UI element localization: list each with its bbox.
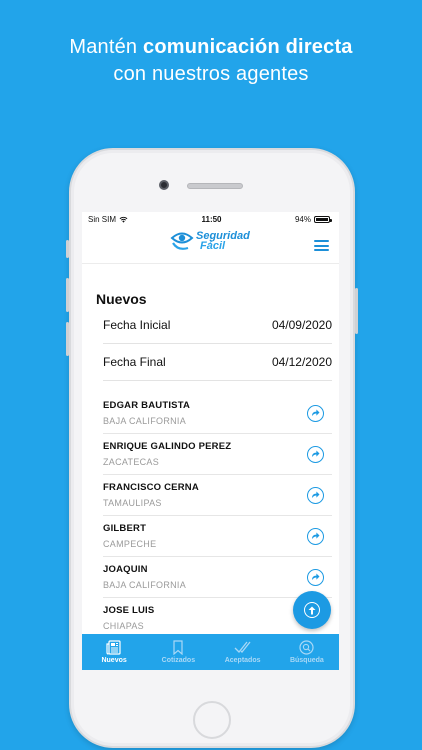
earpiece-speaker <box>187 183 243 189</box>
front-camera <box>159 180 169 190</box>
share-icon[interactable] <box>307 527 324 545</box>
share-icon[interactable] <box>307 486 324 504</box>
newspaper-icon <box>106 640 121 655</box>
double-check-icon <box>234 641 251 653</box>
item-state: ZACATECAS <box>103 457 160 467</box>
item-state: BAJA CALIFORNIA <box>103 580 187 590</box>
list-item-text: JOAQUIN BAJA CALIFORNIA <box>103 564 186 590</box>
share-icon[interactable] <box>307 404 324 422</box>
main-content: Nuevos Fecha Inicial 04/09/2020 Fecha Fi… <box>82 291 339 639</box>
promo-line-1-text: Mantén <box>69 36 144 58</box>
fecha-inicial-label: Fecha Inicial <box>103 318 171 332</box>
fecha-final-row[interactable]: Fecha Final 04/12/2020 <box>103 344 332 381</box>
mute-switch <box>66 240 69 258</box>
tab-busqueda-label: Búsqueda <box>289 657 324 664</box>
bookmark-icon <box>173 640 183 655</box>
list-item[interactable]: GILBERT CAMPECHE <box>103 516 332 557</box>
tab-cotizados-label: Cotizados <box>161 657 196 664</box>
item-state: TAMAULIPAS <box>103 498 162 508</box>
item-name: JOSE LUIS <box>103 605 155 616</box>
item-name: JOAQUIN <box>103 564 148 575</box>
list-item-text: JOSE LUIS CHIAPAS <box>103 605 154 631</box>
list-item-text: EDGAR BAUTISTA BAJA CALIFORNIA <box>103 400 190 426</box>
clock: 11:50 <box>201 214 222 224</box>
seguridad-facil-logo: Seguridad Fácil <box>170 230 250 252</box>
fecha-final-value[interactable]: 04/12/2020 <box>272 355 332 369</box>
fecha-final-label: Fecha Final <box>103 355 166 369</box>
battery-icon <box>314 215 332 223</box>
app-screen: Sin SIM 11:50 94% Seguridad Fácil Nuevos… <box>82 212 339 670</box>
tab-aceptados-label: Aceptados <box>224 657 261 664</box>
item-name: FRANCISCO CERNA <box>103 482 199 493</box>
search-icon <box>299 640 314 655</box>
share-icon[interactable] <box>307 568 324 586</box>
promo-line-1: Mantén comunicación directa <box>0 34 422 61</box>
promo-headline: Mantén comunicación directa con nuestros… <box>0 34 422 88</box>
status-left: Sin SIM <box>88 215 128 224</box>
item-name: GILBERT <box>103 523 147 534</box>
item-state: CHIAPAS <box>103 621 144 631</box>
page-title: Nuevos <box>96 291 147 307</box>
fecha-inicial-row[interactable]: Fecha Inicial 04/09/2020 <box>103 307 332 344</box>
volume-down-button <box>66 322 69 356</box>
item-name: ENRIQUE GALINDO PEREZ <box>103 441 232 452</box>
item-name: EDGAR BAUTISTA <box>103 400 191 411</box>
list-item-text: FRANCISCO CERNA TAMAULIPAS <box>103 482 199 508</box>
tab-nuevos[interactable]: Nuevos <box>82 634 146 670</box>
list-item-text: GILBERT CAMPECHE <box>103 523 156 549</box>
item-state: CAMPECHE <box>103 539 157 549</box>
tab-aceptados[interactable]: Aceptados <box>211 634 275 670</box>
logo-eye-icon <box>170 232 194 250</box>
home-button[interactable] <box>193 701 231 739</box>
status-bar: Sin SIM 11:50 94% <box>82 212 339 226</box>
status-right: 94% <box>294 214 332 224</box>
bottom-tab-bar: Nuevos Cotizados Aceptados Búsqueda <box>82 634 339 670</box>
logo-line-2: Fácil <box>200 240 226 252</box>
tab-nuevos-label: Nuevos <box>101 657 127 664</box>
fecha-inicial-value[interactable]: 04/09/2020 <box>272 318 332 332</box>
promo-line-1-bold: comunicación directa <box>143 36 353 58</box>
tab-cotizados[interactable]: Cotizados <box>146 634 210 670</box>
tab-busqueda[interactable]: Búsqueda <box>275 634 339 670</box>
app-header: Seguridad Fácil <box>82 226 339 264</box>
carrier-label: Sin SIM <box>88 214 117 224</box>
list-item[interactable]: EDGAR BAUTISTA BAJA CALIFORNIA <box>103 393 332 434</box>
hamburger-menu-button[interactable] <box>314 240 329 251</box>
volume-up-button <box>66 278 69 312</box>
item-state: BAJA CALIFORNIA <box>103 416 187 426</box>
share-icon[interactable] <box>307 445 324 463</box>
battery-percent: 94% <box>294 214 311 224</box>
scroll-to-top-button[interactable] <box>293 591 331 629</box>
wifi-icon <box>119 216 128 223</box>
arrow-up-icon <box>304 602 320 618</box>
list-item[interactable]: FRANCISCO CERNA TAMAULIPAS <box>103 475 332 516</box>
list-item[interactable]: ENRIQUE GALINDO PEREZ ZACATECAS <box>103 434 332 475</box>
power-button <box>355 288 358 334</box>
promo-line-2: con nuestros agentes <box>113 63 309 85</box>
logo-text: Seguridad Fácil <box>196 231 250 252</box>
list-item-text: ENRIQUE GALINDO PEREZ ZACATECAS <box>103 441 231 467</box>
list-item[interactable]: JOAQUIN BAJA CALIFORNIA <box>103 557 332 598</box>
